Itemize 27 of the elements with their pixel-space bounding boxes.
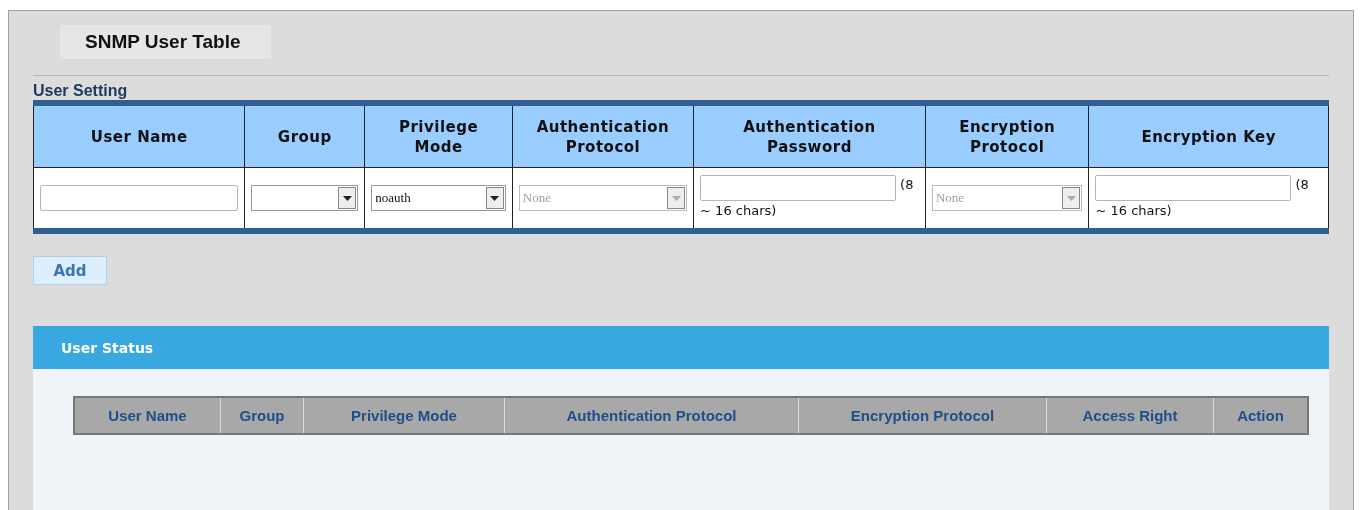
column-header: Authentication Protocol [504,397,799,434]
column-header: Privilege Mode [364,103,513,168]
dropdown[interactable] [251,185,359,211]
column-header: Encryption Protocol [798,397,1047,434]
column-header: Authentication Protocol [512,103,694,168]
panel-title: User Status [61,339,154,356]
input-field[interactable] [1095,175,1292,201]
length-hint: (8 [900,176,914,194]
column-header: Authentication Password [693,103,926,168]
length-hint: ~ 16 chars) [700,203,777,218]
column-header: User Name [74,397,221,434]
length-hint: (8 [1295,176,1309,194]
column-header: Privilege Mode [303,397,505,434]
input-field[interactable] [700,175,897,201]
page-title: SNMP User Table [60,25,271,59]
section-title: User Setting [33,82,129,100]
column-header: Encryption Protocol [925,103,1089,168]
column-header: Action [1213,397,1308,434]
add-button[interactable]: Add [33,256,107,285]
column-header: Encryption Key [1088,103,1329,168]
dropdown[interactable]: noauth [371,185,506,211]
column-header: Group [220,397,304,434]
column-header: Group [244,103,365,168]
column-header: User Name [33,103,245,168]
length-hint: ~ 16 chars) [1095,203,1172,218]
input-field[interactable] [40,185,239,211]
column-header: Access Right [1046,397,1214,434]
